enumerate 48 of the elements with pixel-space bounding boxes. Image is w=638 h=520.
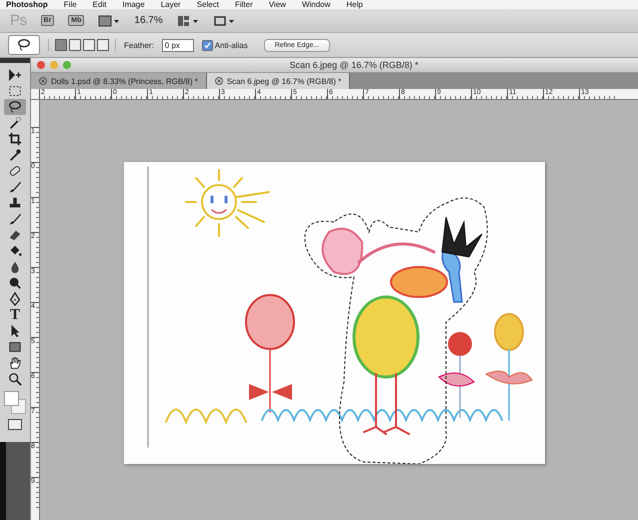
zoom-level-dropdown[interactable]: 16.7% [134, 15, 163, 26]
rect-icon [8, 340, 22, 354]
menu-item[interactable]: Photoshop [6, 0, 48, 9]
selection-mode-button[interactable] [97, 39, 109, 51]
anti-alias-label: Anti-alias [214, 40, 248, 50]
hand-icon [8, 356, 22, 370]
brush-icon [8, 212, 22, 226]
wand-icon [8, 116, 22, 130]
color-swatches[interactable] [4, 391, 26, 415]
close-icon[interactable] [214, 77, 223, 85]
menu-item[interactable]: Image [122, 0, 145, 9]
eyedropper-icon [8, 148, 22, 162]
screen-mode-icon[interactable] [212, 14, 235, 26]
zoom-icon [8, 372, 22, 386]
document-tab[interactable]: Dolls 1.psd @ 8.33% (Princess, RGB/8) * [31, 73, 207, 89]
feather-field[interactable]: 0 px [162, 38, 194, 52]
menu-item[interactable]: Edit [92, 0, 106, 9]
tool-button[interactable] [4, 99, 26, 115]
menu-item[interactable]: File [64, 0, 77, 9]
arrange-documents-icon[interactable] [176, 14, 199, 26]
app-logo: Ps [10, 12, 27, 29]
move-icon [8, 68, 22, 82]
quick-mask-button[interactable] [8, 419, 22, 430]
menu-item[interactable]: Help [346, 0, 363, 9]
feather-label: Feather: [124, 40, 154, 50]
marquee-icon [8, 84, 22, 98]
lasso-icon [8, 100, 22, 114]
view-extras-icon[interactable] [98, 14, 120, 26]
tool-button[interactable]: T [4, 307, 26, 323]
type-tool-label: T [10, 307, 20, 323]
anti-alias-checkbox[interactable] [202, 40, 213, 50]
document-tab[interactable]: Scan 6.jpeg @ 16.7% (RGB/8) * [206, 73, 350, 89]
lasso-icon [17, 38, 31, 52]
menu-item[interactable]: Window [302, 0, 330, 9]
eraser-icon [8, 228, 22, 242]
stamp-icon [8, 196, 22, 210]
window-title: Scan 6.jpeg @ 16.7% (RGB/8) * [288, 60, 420, 70]
menu-item[interactable]: View [268, 0, 286, 9]
tool-preset-picker[interactable] [8, 35, 40, 55]
crop-icon [8, 132, 22, 146]
close-icon[interactable] [39, 77, 47, 85]
pen-icon [8, 292, 22, 306]
brush-icon [8, 180, 22, 194]
menu-item[interactable]: Filter [234, 0, 253, 9]
selection-mode-button[interactable] [83, 39, 95, 51]
menu-item[interactable]: Layer [160, 0, 181, 9]
selection-mode-button[interactable] [69, 39, 81, 51]
menu-item[interactable]: Select [196, 0, 219, 9]
